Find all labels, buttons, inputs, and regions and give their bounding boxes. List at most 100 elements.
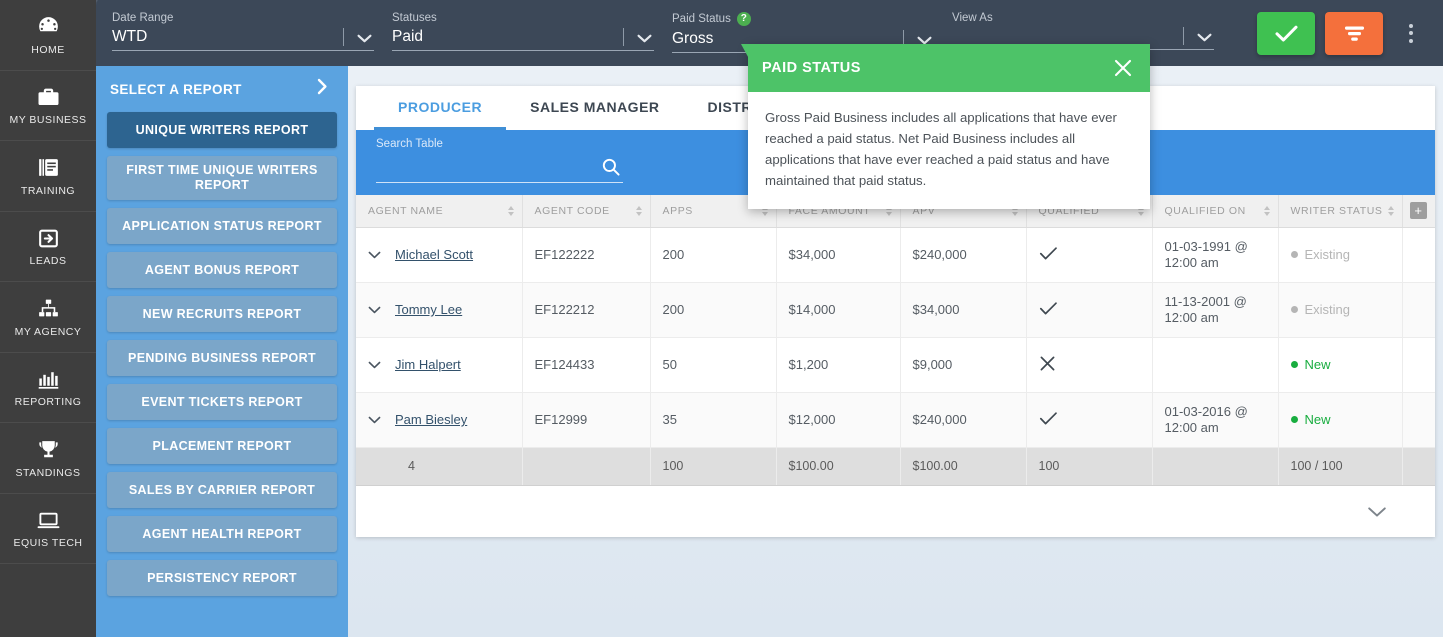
search-input[interactable] [376, 155, 591, 181]
nav-item-training[interactable]: TRAINING [0, 141, 96, 212]
nav-label: STANDINGS [16, 467, 81, 479]
col-agent-name[interactable]: AGENT NAME [356, 195, 522, 227]
books-icon [36, 155, 61, 181]
login-arrow-icon [36, 225, 61, 251]
report-item-unique-writers[interactable]: UNIQUE WRITERS REPORT [107, 112, 337, 148]
report-item-pending-business[interactable]: PENDING BUSINESS REPORT [107, 340, 337, 376]
status-dot-icon [1291, 361, 1298, 368]
sort-icon[interactable] [508, 206, 514, 216]
cell-writer-status: Existing [1278, 227, 1402, 282]
tab-sales-manager[interactable]: SALES MANAGER [506, 86, 683, 130]
cell-face-amount: $12,000 [776, 392, 900, 447]
cell-qualified-on: 01-03-1991 @ 12:00 am [1152, 227, 1278, 282]
chevron-down-icon[interactable] [634, 29, 654, 47]
chevron-right-icon[interactable] [317, 78, 328, 100]
kebab-dot [1409, 24, 1413, 28]
report-item-event-tickets[interactable]: EVENT TICKETS REPORT [107, 384, 337, 420]
plus-icon[interactable]: + [1410, 202, 1427, 219]
cell-agent-code: EF124433 [522, 337, 650, 392]
table-row[interactable]: Michael Scott EF122222 200 $34,000 $240,… [356, 227, 1435, 282]
sort-icon[interactable] [1264, 206, 1270, 216]
cell-writer-status: New [1278, 337, 1402, 392]
status-badge: Existing [1291, 247, 1390, 262]
divider [343, 28, 344, 46]
cell-apps: 200 [650, 227, 776, 282]
table-row[interactable]: Tommy Lee EF122212 200 $14,000 $34,000 1… [356, 282, 1435, 337]
cell-apps: 50 [650, 337, 776, 392]
report-sidebar-header[interactable]: SELECT A REPORT [96, 66, 348, 112]
filter-date-range[interactable]: Date Range WTD [112, 12, 374, 51]
table-expander[interactable] [356, 486, 1435, 538]
cell-face-amount: $1,200 [776, 337, 900, 392]
tab-producer[interactable]: PRODUCER [374, 86, 506, 130]
cell-face-amount: $34,000 [776, 227, 900, 282]
nav-item-equis-tech[interactable]: EQUIS TECH [0, 494, 96, 565]
search-icon[interactable] [601, 157, 621, 177]
report-item-sales-by-carrier[interactable]: SALES BY CARRIER REPORT [107, 472, 337, 508]
nav-label: REPORTING [15, 396, 82, 408]
cell-apv: $34,000 [900, 282, 1026, 337]
chevron-down-icon[interactable] [1367, 505, 1387, 523]
total-apps: 100 [650, 447, 776, 485]
tooltip-body: Gross Paid Business includes all applica… [748, 92, 1150, 209]
apply-check-button[interactable] [1257, 12, 1315, 55]
row-expand-chevron-down-icon[interactable] [368, 251, 381, 259]
total-agent-code [522, 447, 650, 485]
filter-funnel-button[interactable] [1325, 12, 1383, 55]
report-sidebar-title: SELECT A REPORT [110, 82, 242, 97]
trophy-icon [36, 437, 61, 463]
report-item-agent-health[interactable]: AGENT HEALTH REPORT [107, 516, 337, 552]
report-item-application-status[interactable]: APPLICATION STATUS REPORT [107, 208, 337, 244]
row-expand-chevron-down-icon[interactable] [368, 306, 381, 314]
filter-statuses[interactable]: Statuses Paid [392, 12, 654, 51]
more-options-button[interactable] [1398, 18, 1424, 48]
tooltip-title: PAID STATUS [762, 60, 861, 76]
table-row[interactable]: Pam Biesley EF12999 35 $12,000 $240,000 … [356, 392, 1435, 447]
nav-item-leads[interactable]: LEADS [0, 212, 96, 283]
nav-item-reporting[interactable]: REPORTING [0, 353, 96, 424]
chevron-down-icon[interactable] [354, 29, 374, 47]
cell-spacer [1402, 392, 1435, 447]
report-item-first-time-unique-writers[interactable]: FIRST TIME UNIQUE WRITERS REPORT [107, 156, 337, 200]
cell-qualified-on [1152, 337, 1278, 392]
nav-item-home[interactable]: HOME [0, 0, 96, 71]
dashboard-icon [36, 14, 61, 40]
agent-name-link[interactable]: Pam Biesley [395, 412, 467, 427]
status-label: New [1305, 412, 1331, 427]
report-item-placement[interactable]: PLACEMENT REPORT [107, 428, 337, 464]
col-qualified-on[interactable]: QUALIFIED ON [1152, 195, 1278, 227]
briefcase-icon [36, 84, 61, 110]
agent-name-link[interactable]: Tommy Lee [395, 302, 462, 317]
nav-item-my-business[interactable]: MY BUSINESS [0, 71, 96, 142]
col-add-column[interactable]: + [1402, 195, 1435, 227]
nav-item-my-agency[interactable]: MY AGENCY [0, 282, 96, 353]
kebab-dot [1409, 39, 1413, 43]
sort-icon[interactable] [1388, 206, 1394, 216]
chevron-down-icon[interactable] [1194, 28, 1214, 46]
report-item-agent-bonus[interactable]: AGENT BONUS REPORT [107, 252, 337, 288]
report-item-new-recruits[interactable]: NEW RECRUITS REPORT [107, 296, 337, 332]
row-expand-chevron-down-icon[interactable] [368, 416, 381, 424]
close-icon[interactable] [1112, 57, 1134, 79]
col-writer-status[interactable]: WRITER STATUS [1278, 195, 1402, 227]
agent-name-link[interactable]: Jim Halpert [395, 357, 461, 372]
table-row[interactable]: Jim Halpert EF124433 50 $1,200 $9,000 Ne… [356, 337, 1435, 392]
report-sidebar: SELECT A REPORT UNIQUE WRITERS REPORT FI… [96, 66, 348, 637]
nav-label: TRAINING [21, 185, 75, 197]
main-nav-rail: HOME MY BUSINESS TRAINING LEADS MY AGENC [0, 0, 96, 637]
filter-label: Paid Status ? [672, 12, 934, 26]
help-icon[interactable]: ? [737, 12, 751, 26]
cell-writer-status: Existing [1278, 282, 1402, 337]
col-agent-code[interactable]: AGENT CODE [522, 195, 650, 227]
filter-label: Date Range [112, 12, 374, 24]
agent-name-link[interactable]: Michael Scott [395, 247, 473, 262]
check-icon [1039, 414, 1058, 429]
org-chart-icon [36, 296, 61, 322]
status-label: Existing [1305, 247, 1351, 262]
report-item-persistency[interactable]: PERSISTENCY REPORT [107, 560, 337, 596]
sort-icon[interactable] [636, 206, 642, 216]
cell-spacer [1402, 337, 1435, 392]
row-expand-chevron-down-icon[interactable] [368, 361, 381, 369]
search-field[interactable] [376, 155, 623, 183]
nav-item-standings[interactable]: STANDINGS [0, 423, 96, 494]
